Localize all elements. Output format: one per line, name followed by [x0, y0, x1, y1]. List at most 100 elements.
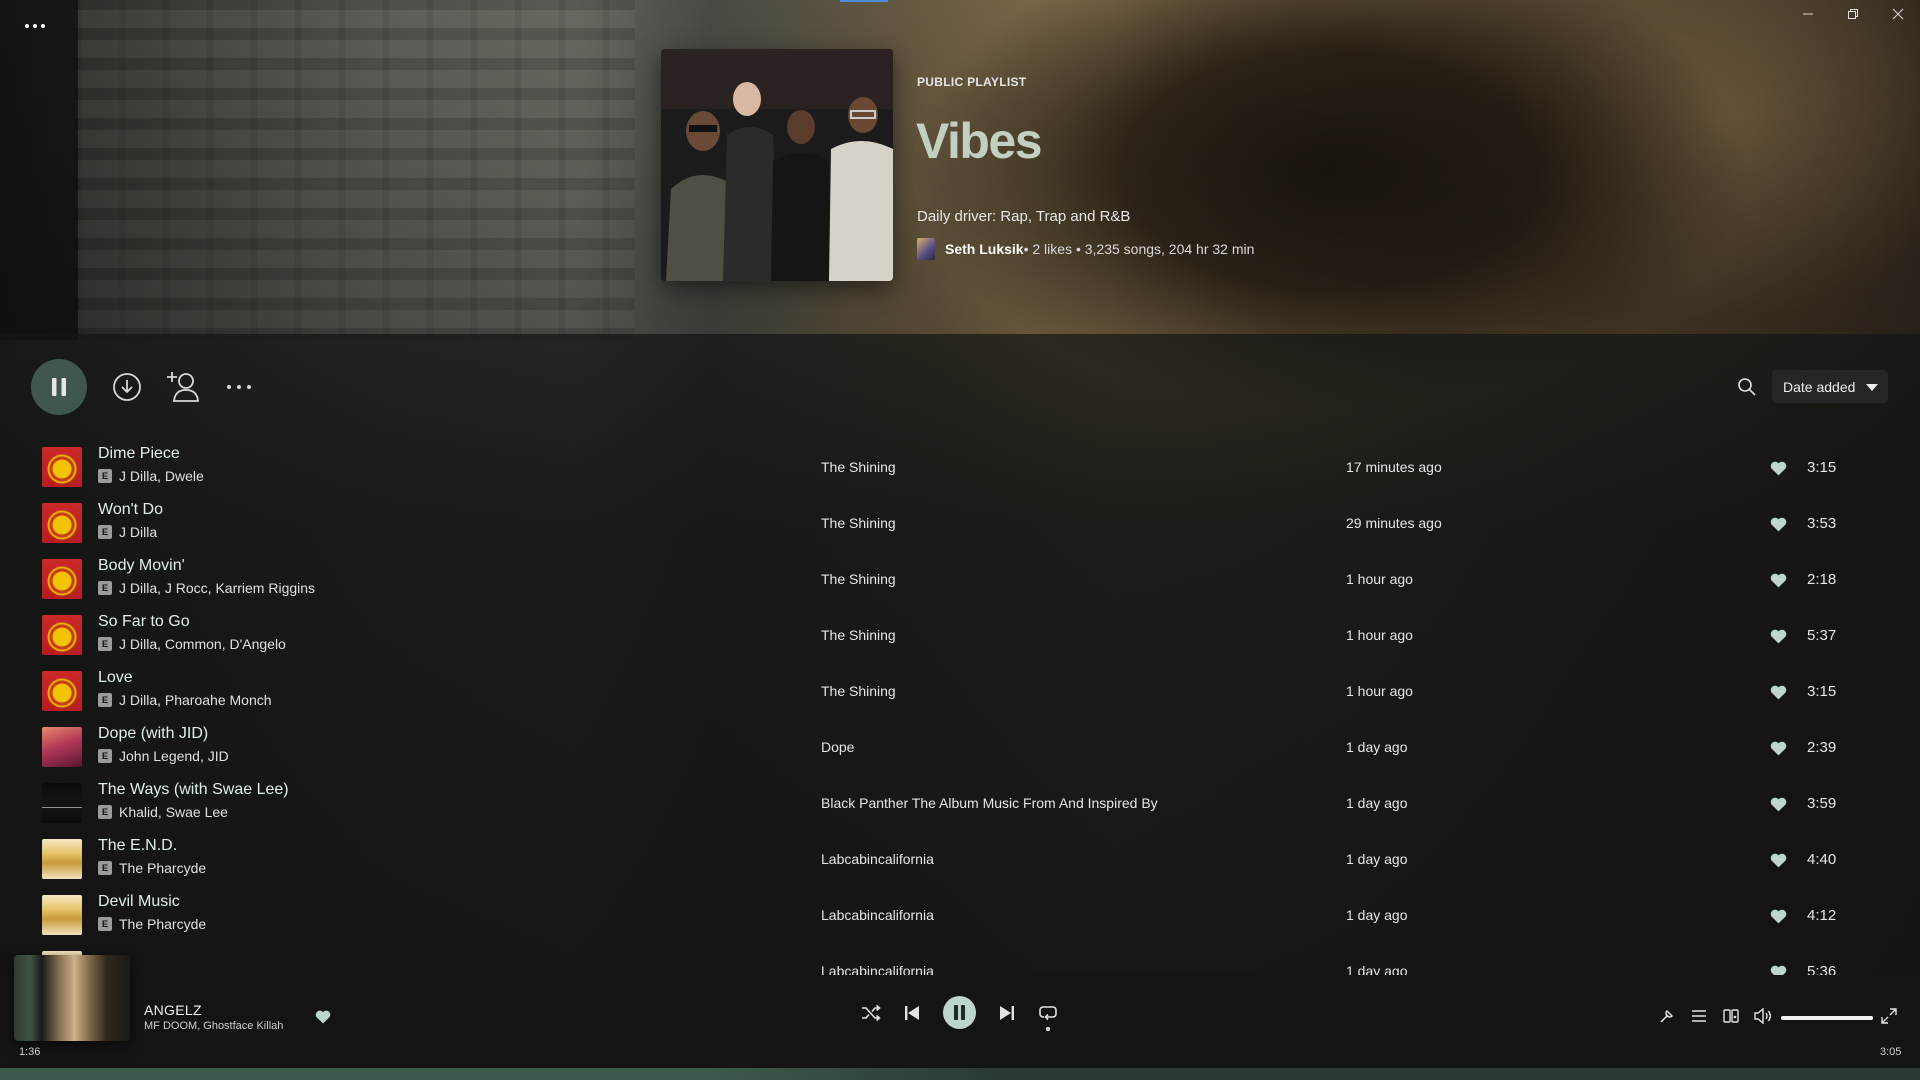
- explicit-badge: E: [98, 917, 112, 931]
- sort-label: Date added: [1783, 378, 1856, 395]
- restore-icon[interactable]: [1830, 0, 1875, 28]
- avatar[interactable]: [917, 238, 935, 260]
- track-duration: 4:40: [1807, 851, 1837, 868]
- track-artists[interactable]: J Dilla, Common, D'Angelo: [119, 636, 286, 652]
- album-art: [42, 727, 82, 767]
- next-icon[interactable]: [997, 1004, 1017, 1022]
- track-album[interactable]: The Shining: [821, 515, 896, 531]
- now-playing-artists[interactable]: MF DOOM, Ghostface Killah: [144, 1020, 283, 1032]
- heart-icon[interactable]: [315, 1010, 331, 1024]
- track-title[interactable]: Body Movin': [98, 557, 185, 575]
- now-playing-cover[interactable]: [14, 955, 130, 1041]
- table-row[interactable]: So Far to Go E J Dilla, Common, D'Angelo Th…: [0, 612, 1920, 668]
- track-artists[interactable]: John Legend, JID: [119, 748, 229, 764]
- track-duration: 3:59: [1807, 795, 1837, 812]
- lyrics-icon[interactable]: [1658, 1007, 1676, 1025]
- connect-device-icon[interactable]: [1722, 1007, 1740, 1025]
- shuffle-icon[interactable]: [860, 1003, 882, 1023]
- heart-icon[interactable]: [1770, 517, 1787, 532]
- table-row[interactable]: Devil Music E The Pharcyde Labcabincaliforn…: [0, 892, 1920, 948]
- track-album[interactable]: Labcabincalifornia: [821, 907, 934, 923]
- table-row[interactable]: Love E J Dilla, Pharoahe Monch The Shining 1…: [0, 668, 1920, 724]
- close-icon[interactable]: [1875, 0, 1920, 28]
- track-album[interactable]: Labcabincalifornia: [821, 963, 934, 975]
- sort-dropdown[interactable]: Date added: [1772, 370, 1888, 403]
- playback-progress-bar[interactable]: [0, 1068, 1920, 1080]
- track-album[interactable]: The Shining: [821, 459, 896, 475]
- playlist-cover: [661, 49, 893, 281]
- download-icon[interactable]: [111, 371, 143, 403]
- track-date-added: 1 hour ago: [1346, 683, 1413, 699]
- player-play-pause-button[interactable]: [943, 996, 976, 1029]
- heart-icon[interactable]: [1770, 461, 1787, 476]
- track-title[interactable]: Dime Piece: [98, 445, 180, 463]
- heart-icon[interactable]: [1770, 909, 1787, 924]
- track-title[interactable]: So Far to Go: [98, 613, 190, 631]
- table-row[interactable]: Won't Do E J Dilla The Shining 29 minutes ag…: [0, 500, 1920, 556]
- table-row[interactable]: The Ways (with Swae Lee) E Khalid, Swae Le…: [0, 780, 1920, 836]
- track-duration: 3:15: [1807, 459, 1837, 476]
- album-art: [42, 783, 82, 823]
- track-artists-row: E J Dilla, Dwele: [98, 468, 204, 484]
- heart-icon[interactable]: [1770, 685, 1787, 700]
- chevron-down-icon: [1866, 384, 1878, 391]
- track-artists[interactable]: J Dilla, Dwele: [119, 468, 204, 484]
- previous-icon[interactable]: [902, 1004, 922, 1022]
- minimize-icon[interactable]: [1785, 0, 1830, 28]
- repeat-icon[interactable]: [1038, 1004, 1058, 1022]
- table-row[interactable]: Labcabincalifornia 1 day ago 5:36: [0, 948, 1920, 975]
- track-duration: 5:36: [1807, 963, 1837, 975]
- track-artists-row: E J Dilla, Pharoahe Monch: [98, 692, 272, 708]
- table-row[interactable]: Dope (with JID) E John Legend, JID Dope 1 da…: [0, 724, 1920, 780]
- track-album[interactable]: The Shining: [821, 571, 896, 587]
- now-playing-title[interactable]: ANGELZ: [144, 1002, 202, 1018]
- explicit-badge: E: [98, 525, 112, 539]
- table-row[interactable]: Body Movin' E J Dilla, J Rocc, Karriem Rig…: [0, 556, 1920, 612]
- track-album[interactable]: Labcabincalifornia: [821, 851, 934, 867]
- track-title[interactable]: The E.N.D.: [98, 837, 177, 855]
- track-album[interactable]: Black Panther The Album Music From And I…: [821, 795, 1158, 811]
- play-pause-button[interactable]: [31, 359, 87, 415]
- explicit-badge: E: [98, 861, 112, 875]
- search-icon[interactable]: [1737, 377, 1757, 397]
- track-artists[interactable]: J Dilla, J Rocc, Karriem Riggins: [119, 580, 315, 596]
- track-artists[interactable]: Khalid, Swae Lee: [119, 804, 228, 820]
- fullscreen-icon[interactable]: [1880, 1007, 1898, 1025]
- more-options-icon[interactable]: [224, 376, 254, 398]
- track-artists-row: E The Pharcyde: [98, 860, 206, 876]
- track-title[interactable]: Won't Do: [98, 501, 163, 519]
- heart-icon[interactable]: [1770, 573, 1787, 588]
- track-title[interactable]: Dope (with JID): [98, 725, 208, 743]
- album-art: [42, 615, 82, 655]
- explicit-badge: E: [98, 637, 112, 651]
- owner-link[interactable]: Seth Luksik: [945, 241, 1024, 257]
- heart-icon[interactable]: [1770, 853, 1787, 868]
- heart-icon[interactable]: [1770, 629, 1787, 644]
- table-row[interactable]: Dime Piece E J Dilla, Dwele The Shining 17 m…: [0, 444, 1920, 500]
- heart-icon[interactable]: [1770, 741, 1787, 756]
- track-artists[interactable]: J Dilla: [119, 524, 157, 540]
- track-artists-row: E The Pharcyde: [98, 916, 206, 932]
- add-user-icon[interactable]: [165, 369, 201, 403]
- heart-icon[interactable]: [1770, 965, 1787, 975]
- track-duration: 2:18: [1807, 571, 1837, 588]
- track-album[interactable]: The Shining: [821, 683, 896, 699]
- track-artists[interactable]: The Pharcyde: [119, 916, 206, 932]
- volume-icon[interactable]: [1754, 1007, 1772, 1025]
- track-album[interactable]: Dope: [821, 739, 854, 755]
- track-album[interactable]: The Shining: [821, 627, 896, 643]
- queue-icon[interactable]: [1690, 1007, 1708, 1025]
- track-date-added: 1 hour ago: [1346, 571, 1413, 587]
- track-title[interactable]: The Ways (with Swae Lee): [98, 781, 289, 799]
- volume-slider[interactable]: [1781, 1016, 1873, 1020]
- track-artists-row: E J Dilla, Common, D'Angelo: [98, 636, 286, 652]
- heart-icon[interactable]: [1770, 797, 1787, 812]
- track-duration: 4:12: [1807, 907, 1837, 924]
- track-date-added: 1 hour ago: [1346, 627, 1413, 643]
- table-row[interactable]: The E.N.D. E The Pharcyde Labcabincaliforni…: [0, 836, 1920, 892]
- track-title[interactable]: Love: [98, 669, 133, 687]
- track-artists[interactable]: The Pharcyde: [119, 860, 206, 876]
- more-horizontal-icon[interactable]: [22, 16, 48, 36]
- track-artists[interactable]: J Dilla, Pharoahe Monch: [119, 692, 272, 708]
- track-title[interactable]: Devil Music: [98, 893, 180, 911]
